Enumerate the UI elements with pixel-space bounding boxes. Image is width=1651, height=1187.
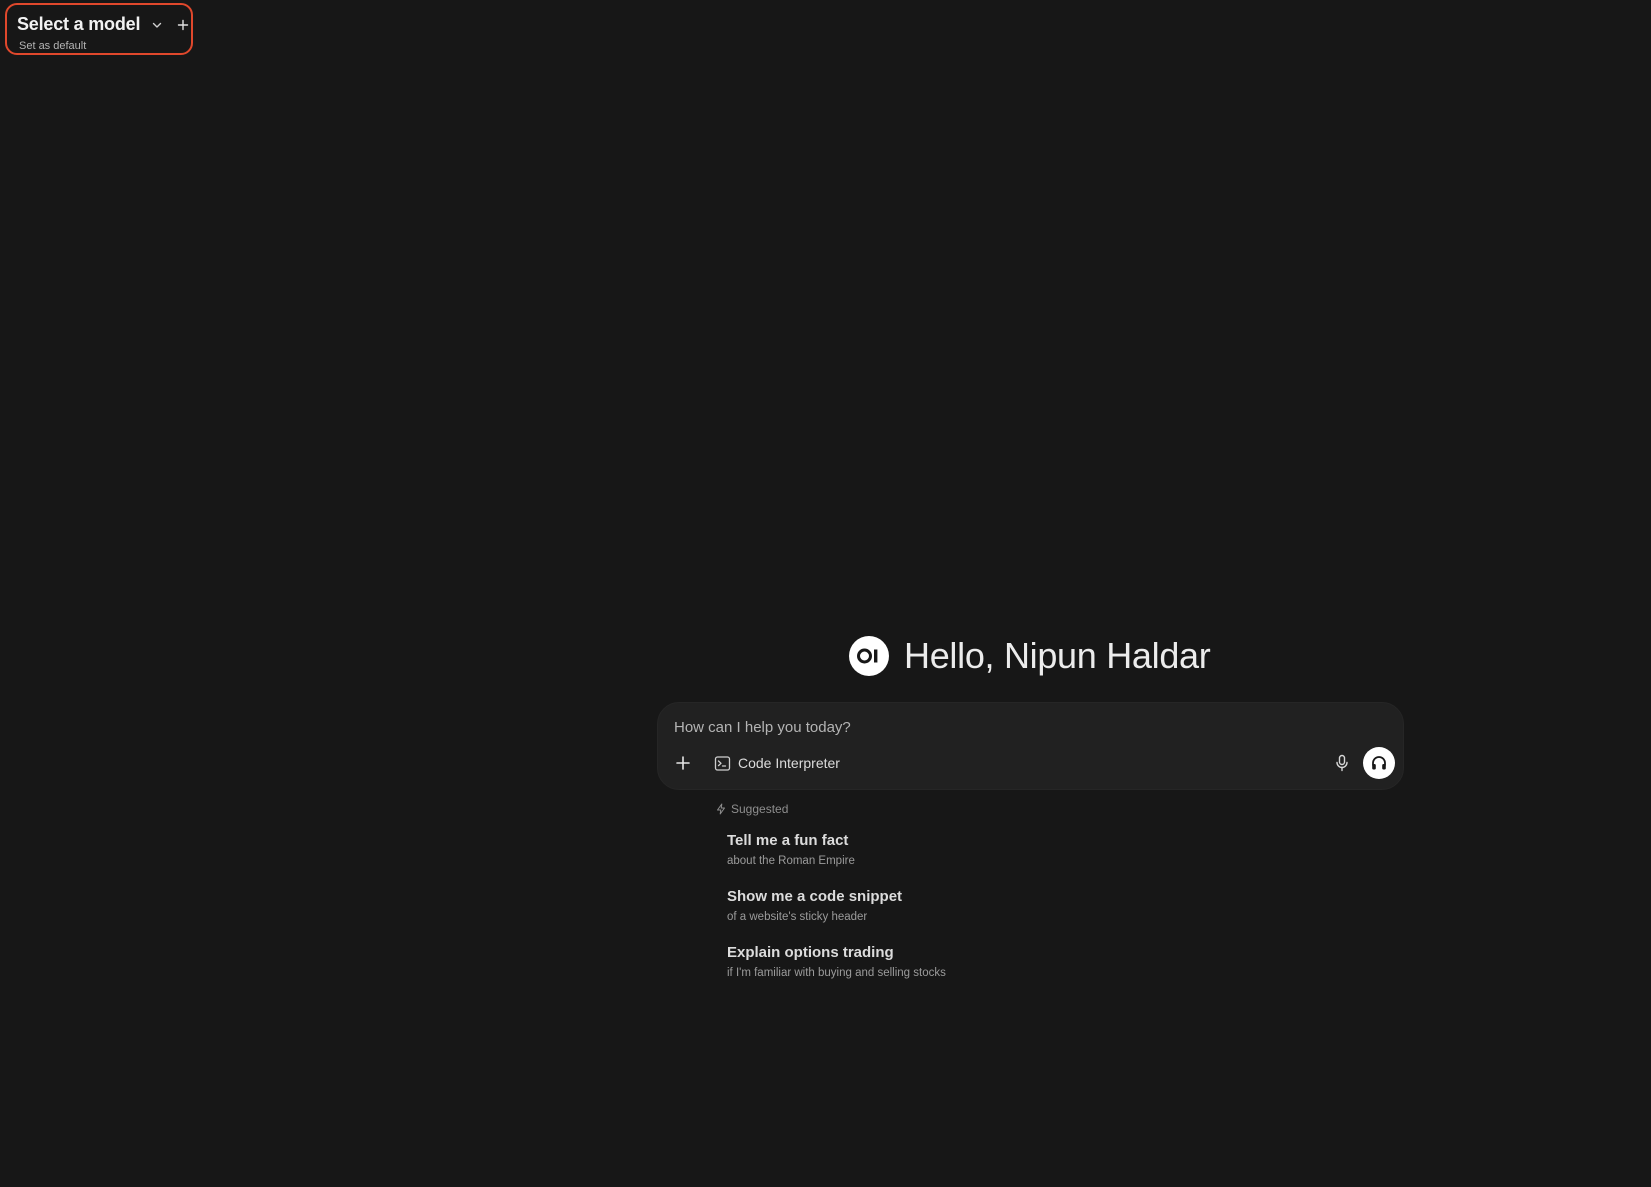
greeting: Hello, Nipun Haldar [849, 635, 1211, 677]
microphone-button[interactable] [1331, 752, 1353, 774]
microphone-icon [1334, 754, 1350, 772]
suggestion-list: Tell me a fun fact about the Roman Empir… [727, 832, 1227, 1000]
suggestion-item[interactable]: Show me a code snippet of a website's st… [727, 888, 1227, 944]
model-select-button[interactable]: Select a model [17, 14, 140, 35]
suggestion-subtitle: if I'm familiar with buying and selling … [727, 967, 946, 979]
terminal-icon [714, 755, 731, 772]
suggested-header: Suggested [715, 802, 788, 816]
suggestion-subtitle: about the Roman Empire [727, 855, 855, 867]
headphones-icon [1370, 754, 1388, 772]
chat-input[interactable] [674, 715, 1374, 739]
suggestion-subtitle: of a website's sticky header [727, 911, 868, 923]
model-selector-row: Select a model [17, 14, 190, 35]
code-interpreter-label: Code Interpreter [738, 755, 840, 771]
suggested-label: Suggested [731, 802, 789, 816]
oi-logo-icon [857, 648, 878, 664]
chat-page: Select a model Set as default Hello, Nip… [0, 0, 1651, 1187]
greeting-text: Hello, Nipun Haldar [904, 635, 1211, 676]
suggestion-title: Explain options trading [727, 944, 894, 961]
suggestion-title: Tell me a fun fact [727, 832, 849, 849]
plus-icon [675, 755, 691, 771]
attach-button[interactable] [672, 752, 694, 774]
plus-icon [177, 19, 189, 31]
chevron-down-icon[interactable] [150, 18, 164, 32]
model-selector: Select a model Set as default [5, 3, 193, 55]
suggestion-item[interactable]: Explain options trading if I'm familiar … [727, 944, 1227, 1000]
suggestion-title: Show me a code snippet [727, 888, 903, 905]
voice-mode-button[interactable] [1363, 747, 1395, 779]
set-as-default-link[interactable]: Set as default [19, 40, 86, 52]
code-interpreter-button[interactable]: Code Interpreter [714, 752, 840, 774]
add-model-button[interactable] [176, 18, 190, 32]
suggestion-item[interactable]: Tell me a fun fact about the Roman Empir… [727, 832, 1227, 888]
chat-input-box: Code Interpreter [657, 702, 1404, 790]
bolt-icon [715, 803, 727, 815]
app-logo [849, 636, 889, 676]
